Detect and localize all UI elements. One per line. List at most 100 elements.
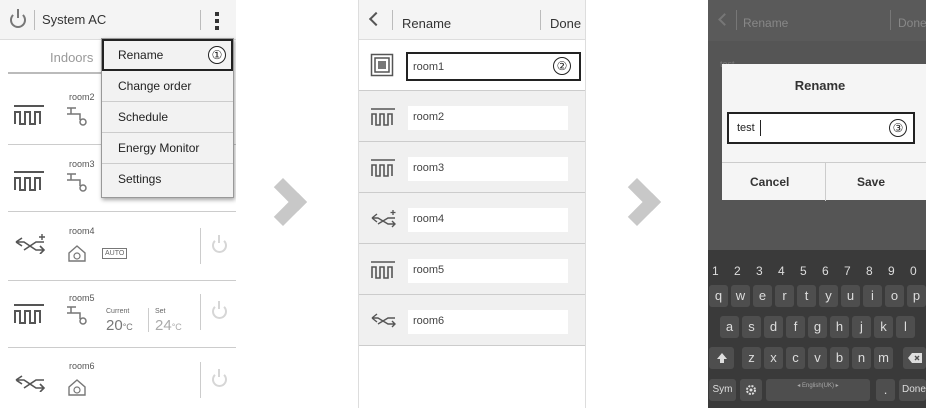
backspace-key[interactable]	[903, 347, 926, 369]
key-x[interactable]: x	[764, 347, 783, 369]
room-name: room5	[69, 293, 95, 303]
key-t[interactable]: t	[797, 285, 816, 307]
menu-item-change-order[interactable]: Change order	[102, 71, 233, 102]
shift-icon	[716, 353, 727, 363]
options-menu: Rename ① Change order Schedule Energy Mo…	[101, 38, 234, 198]
more-options-icon[interactable]	[212, 12, 222, 30]
power-icon[interactable]	[212, 301, 227, 319]
key-m[interactable]: m	[874, 347, 893, 369]
divider	[825, 163, 826, 201]
name-field[interactable]: room4	[408, 208, 568, 232]
key-h[interactable]: h	[830, 316, 849, 338]
divider	[392, 10, 393, 30]
chevron-right-icon	[258, 177, 308, 227]
rename-input[interactable]: test ③	[727, 112, 915, 144]
dialog-title: Rename	[794, 78, 846, 93]
room-name: room6	[69, 361, 95, 371]
heater-icon	[14, 105, 44, 125]
room-name: room3	[69, 159, 95, 169]
home-fan-icon	[68, 245, 86, 262]
name-field[interactable]: room5	[408, 259, 568, 283]
key-b[interactable]: b	[830, 347, 849, 369]
done-button[interactable]: Done	[550, 16, 581, 31]
key-6[interactable]: 6	[822, 264, 829, 278]
settings-key[interactable]	[740, 379, 762, 401]
key-f[interactable]: f	[786, 316, 805, 338]
key-s[interactable]: s	[742, 316, 761, 338]
key-v[interactable]: v	[808, 347, 827, 369]
list-item: room6	[359, 295, 585, 346]
key-c[interactable]: c	[786, 347, 805, 369]
top-bar: Rename Done	[359, 0, 585, 40]
keyboard-done-key[interactable]: Done	[899, 379, 926, 401]
key-0[interactable]: 0	[910, 264, 917, 278]
menu-item-schedule[interactable]: Schedule	[102, 102, 233, 133]
key-r[interactable]: r	[775, 285, 794, 307]
space-key[interactable]: ◂ English(UK) ▸	[766, 379, 870, 401]
top-bar: Rename Done	[708, 0, 926, 41]
done-button[interactable]: Done	[898, 16, 926, 30]
step-callout: ②	[553, 57, 571, 75]
key-5[interactable]: 5	[800, 264, 807, 278]
faucet-icon	[67, 107, 87, 126]
tab-indoors[interactable]: Indoors	[50, 50, 93, 65]
key-n[interactable]: n	[852, 347, 871, 369]
list-item: room4	[359, 193, 585, 244]
shift-key[interactable]	[709, 347, 734, 369]
key-9[interactable]: 9	[888, 264, 895, 278]
ventilation-icon	[15, 375, 46, 392]
cancel-button[interactable]: Cancel	[750, 175, 789, 189]
key-d[interactable]: d	[764, 316, 783, 338]
back-icon[interactable]	[718, 13, 731, 26]
key-e[interactable]: e	[753, 285, 772, 307]
name-field[interactable]: room6	[408, 310, 568, 334]
rename-dialog: Rename test ③ Cancel Save	[722, 64, 926, 201]
key-p[interactable]: p	[907, 285, 926, 307]
heater-icon	[14, 171, 44, 191]
list-item: room2	[359, 91, 585, 142]
key-w[interactable]: w	[731, 285, 750, 307]
divider	[200, 362, 201, 398]
key-i[interactable]: i	[863, 285, 882, 307]
key-j[interactable]: j	[852, 316, 871, 338]
back-icon[interactable]	[368, 11, 384, 27]
key-y[interactable]: y	[819, 285, 838, 307]
backspace-icon	[907, 353, 922, 363]
key-u[interactable]: u	[841, 285, 860, 307]
power-icon[interactable]	[212, 369, 227, 387]
key-q[interactable]: q	[709, 285, 728, 307]
name-field[interactable]: room2	[408, 106, 568, 130]
top-bar: System AC	[0, 0, 236, 40]
heater-icon	[371, 108, 395, 126]
key-l[interactable]: l	[896, 316, 915, 338]
key-g[interactable]: g	[808, 316, 827, 338]
key-8[interactable]: 8	[866, 264, 873, 278]
key-o[interactable]: o	[885, 285, 904, 307]
page-title: Rename	[743, 16, 789, 30]
page-title: System AC	[42, 12, 107, 27]
power-icon[interactable]	[212, 235, 227, 253]
current-label: Current	[106, 308, 130, 315]
save-button[interactable]: Save	[857, 175, 885, 189]
divider	[200, 228, 201, 264]
on-screen-keyboard: 1 2 3 4 5 6 7 8 9 0 q w e r t y u i o p …	[708, 250, 926, 408]
power-icon[interactable]	[10, 9, 26, 28]
room-name: room4	[69, 226, 95, 236]
key-7[interactable]: 7	[844, 264, 851, 278]
key-4[interactable]: 4	[778, 264, 785, 278]
rename-list-panel: Rename Done room1 ② room2 room3 room4 ro…	[358, 0, 586, 408]
key-2[interactable]: 2	[734, 264, 741, 278]
key-z[interactable]: z	[742, 347, 761, 369]
sym-key[interactable]: Sym	[709, 379, 736, 401]
key-3[interactable]: 3	[756, 264, 763, 278]
faucet-icon	[67, 173, 87, 192]
menu-item-energy-monitor[interactable]: Energy Monitor	[102, 133, 233, 164]
menu-item-settings[interactable]: Settings	[102, 164, 233, 195]
key-k[interactable]: k	[874, 316, 893, 338]
key-a[interactable]: a	[720, 316, 739, 338]
key-period[interactable]: .	[876, 379, 895, 401]
heater-icon	[14, 304, 44, 324]
room-name: room2	[69, 92, 95, 102]
key-1[interactable]: 1	[712, 264, 719, 278]
name-field[interactable]: room3	[408, 157, 568, 181]
